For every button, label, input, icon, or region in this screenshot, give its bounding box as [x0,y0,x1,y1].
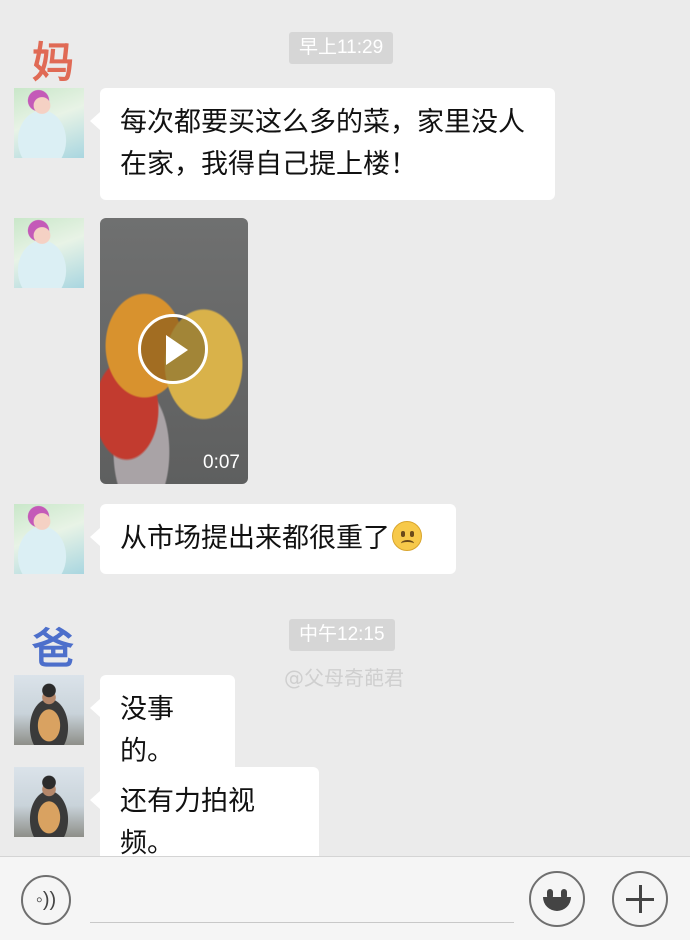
avatar-dad[interactable] [14,767,84,837]
chat-area: 妈 早上11:29 每次都要买这么多的菜，家里没人 在家，我得自己提上楼！ 0:… [0,0,690,879]
voice-icon[interactable]: ◦)) [21,875,71,925]
avatar-mom[interactable] [14,504,84,574]
frown-emoji-icon [392,521,422,551]
message-text: 每次都要买这么多的菜，家里没人 [120,107,525,138]
watermark: @父母奇葩君 [284,666,404,690]
play-icon[interactable] [138,314,208,384]
timestamp: 中午12:15 [289,619,395,651]
video-duration: 0:07 [203,452,240,473]
message-bubble[interactable]: 从市场提出来都很重了 [90,504,456,574]
timestamp: 早上11:29 [289,32,394,64]
emoji-icon[interactable] [529,871,585,927]
avatar-mom[interactable] [14,88,84,158]
message-text: 还有力拍视频。 [120,786,255,859]
message-text: 在家，我得自己提上楼！ [120,149,417,180]
voice-glyph: ◦)) [35,889,57,911]
video-message[interactable]: 0:07 [100,218,248,484]
speaker-label-mom: 妈 [32,38,75,87]
plus-icon[interactable] [612,871,668,927]
avatar-mom[interactable] [14,218,84,288]
speaker-label-dad: 爸 [32,624,75,673]
input-bar: ◦)) [0,856,690,940]
message-bubble[interactable]: 每次都要买这么多的菜，家里没人 在家，我得自己提上楼！ [90,88,555,200]
avatar-dad[interactable] [14,675,84,745]
message-text: 没事的。 [120,694,174,767]
message-input[interactable] [90,877,514,923]
message-text: 从市场提出来都很重了 [120,523,390,554]
